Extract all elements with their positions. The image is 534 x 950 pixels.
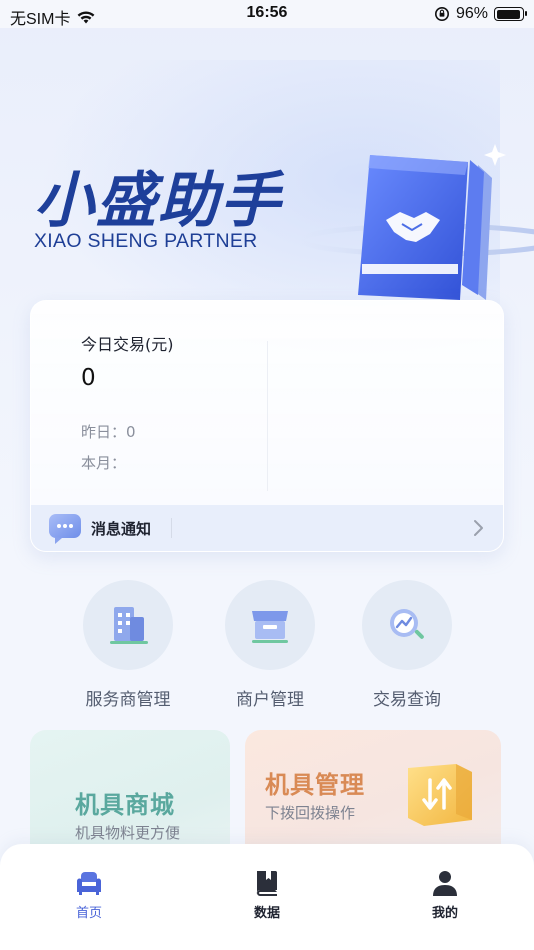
equipment-management-title: 机具管理 xyxy=(265,771,365,799)
func-label-merchant: 商户管理 xyxy=(236,690,304,710)
battery-icon xyxy=(494,7,527,21)
tab-home[interactable]: 首页 xyxy=(49,868,129,921)
tab-home-label: 首页 xyxy=(75,906,102,921)
person-icon xyxy=(433,871,457,896)
chevron-right-icon xyxy=(474,520,483,536)
orientation-lock-icon xyxy=(434,7,449,21)
card-divider xyxy=(267,341,268,491)
today-transaction-card[interactable]: 今日交易(元) 0 昨日：0 本月： 消息通知 xyxy=(30,300,504,552)
storefront-icon xyxy=(252,611,288,643)
status-right: 96% xyxy=(434,5,527,23)
building-icon xyxy=(110,607,148,644)
tab-mine[interactable]: 我的 xyxy=(405,868,485,921)
handshake-book-illustration xyxy=(300,144,534,300)
book-icon xyxy=(256,871,277,896)
today-transaction-title: 今日交易(元) xyxy=(81,335,174,354)
brand-title: 小盛助手 xyxy=(34,166,282,236)
sofa-icon xyxy=(77,872,101,895)
equipment-management-subtitle: 下拨回拨操作 xyxy=(265,804,356,822)
func-icon-circle xyxy=(225,580,315,670)
notice-separator xyxy=(171,518,172,538)
yesterday-amount: 昨日：0 xyxy=(81,423,136,441)
transaction-query-button[interactable]: 交易查询 xyxy=(346,580,466,715)
magnifier-chart-icon xyxy=(390,609,424,639)
month-amount: 本月： xyxy=(81,454,127,472)
battery-fill xyxy=(496,9,520,19)
merchant-management-button[interactable]: 商户管理 xyxy=(209,580,329,715)
transfer-box-icon xyxy=(408,764,472,826)
tab-data[interactable]: 数据 xyxy=(227,868,307,921)
func-label-service-provider: 服务商管理 xyxy=(85,690,171,710)
message-notice-bar[interactable]: 消息通知 xyxy=(31,505,503,551)
equipment-mall-subtitle: 机具物料更方便 xyxy=(75,824,181,842)
status-bar: 无SIM卡 16:56 96% xyxy=(0,0,534,28)
today-transaction-value: 0 xyxy=(81,365,96,391)
message-notice-label: 消息通知 xyxy=(91,520,152,538)
func-label-transaction-query: 交易查询 xyxy=(373,690,441,710)
tab-data-label: 数据 xyxy=(253,906,280,921)
tab-mine-label: 我的 xyxy=(431,906,458,921)
func-icon-circle xyxy=(83,580,173,670)
brand-subtitle: XIAO SHENG PARTNER xyxy=(34,230,258,252)
bottom-tab-bar: 首页 数据 我的 xyxy=(0,844,534,950)
equipment-mall-title: 机具商城 xyxy=(75,791,175,819)
chat-bubble-icon xyxy=(49,514,81,544)
func-icon-circle xyxy=(362,580,452,670)
battery-percent: 96% xyxy=(455,5,488,22)
service-provider-management-button[interactable]: 服务商管理 xyxy=(67,580,187,715)
